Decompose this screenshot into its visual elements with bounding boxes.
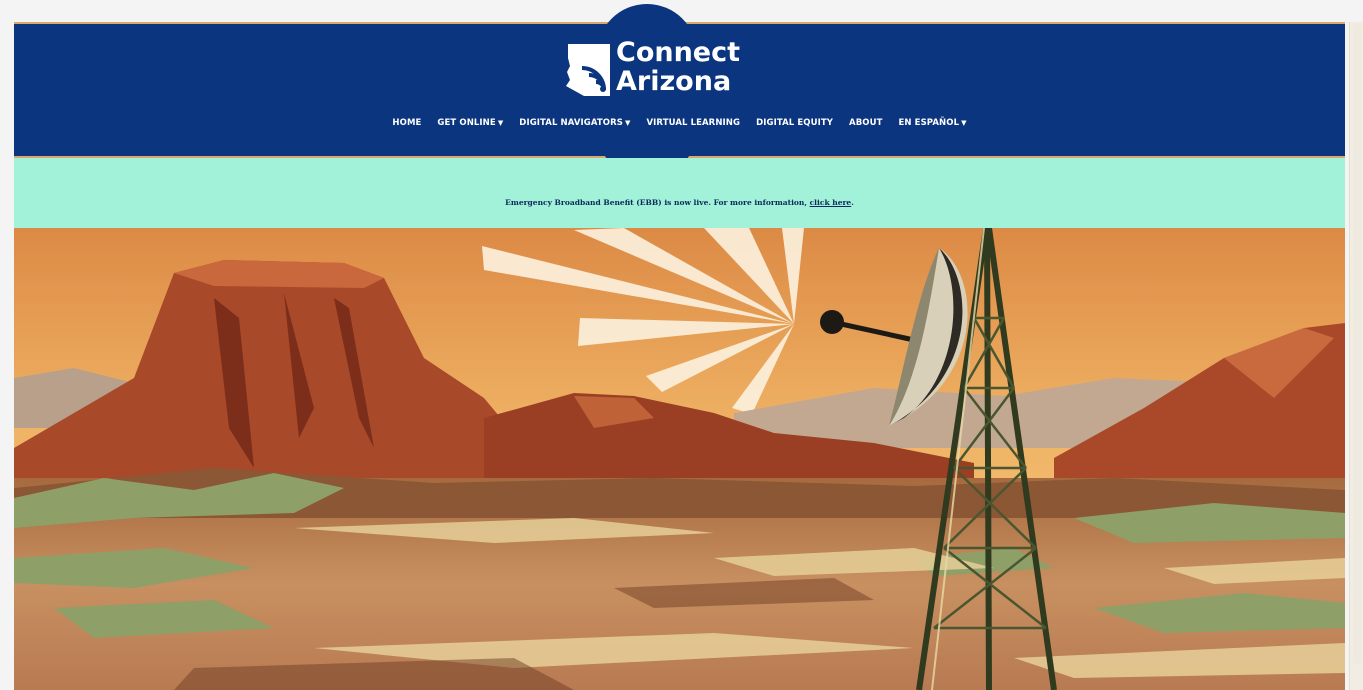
nav-get-online-label: GET ONLINE <box>437 118 496 128</box>
nav-digital-navigators[interactable]: DIGITAL NAVIGATORS ▼ <box>511 118 638 128</box>
announcement-link[interactable]: click here <box>810 198 852 207</box>
nav-virtual-learning-label: VIRTUAL LEARNING <box>646 118 741 128</box>
nav-home-label: HOME <box>392 118 422 128</box>
nav-digital-navigators-label: DIGITAL NAVIGATORS <box>519 118 623 128</box>
logo-line-2: Arizona <box>616 66 732 97</box>
main-nav: HOME GET ONLINE ▼ DIGITAL NAVIGATORS ▼ VIR… <box>14 118 1345 128</box>
chevron-down-icon: ▼ <box>497 119 504 127</box>
desert-illustration <box>14 228 1345 690</box>
nav-virtual-learning[interactable]: VIRTUAL LEARNING <box>638 118 748 128</box>
announcement-period: . <box>851 198 854 207</box>
nav-digital-equity[interactable]: DIGITAL EQUITY <box>748 118 841 128</box>
site-logo[interactable]: Connect Arizona <box>564 38 754 104</box>
chevron-down-icon: ▼ <box>625 119 631 127</box>
announcement-banner: Emergency Broadband Benefit (EBB) is now… <box>14 158 1345 228</box>
nav-home[interactable]: HOME <box>384 118 429 128</box>
arizona-wifi-icon <box>566 44 610 96</box>
nav-get-online[interactable]: GET ONLINE ▼ <box>429 118 511 128</box>
scrollbar[interactable] <box>1349 22 1363 690</box>
announcement-message: Emergency Broadband Benefit (EBB) is now… <box>505 198 810 207</box>
page: Connect Arizona HOME GET ONLINE ▼ DIGITAL… <box>14 0 1345 690</box>
logo-line-1: Connect <box>616 37 741 68</box>
nav-about[interactable]: ABOUT <box>841 118 890 128</box>
logo-wordmark: Connect Arizona <box>616 38 740 96</box>
hero-illustration <box>14 228 1345 690</box>
chevron-down-icon: ▼ <box>961 119 967 127</box>
nav-espanol[interactable]: EN ESPAÑOL ▼ <box>891 118 975 128</box>
announcement-text: Emergency Broadband Benefit (EBB) is now… <box>14 198 1345 207</box>
nav-digital-equity-label: DIGITAL EQUITY <box>756 118 834 128</box>
nav-espanol-label: EN ESPAÑOL <box>898 118 960 128</box>
nav-about-label: ABOUT <box>849 118 883 128</box>
scrollbar-thumb[interactable] <box>1353 24 1361 664</box>
